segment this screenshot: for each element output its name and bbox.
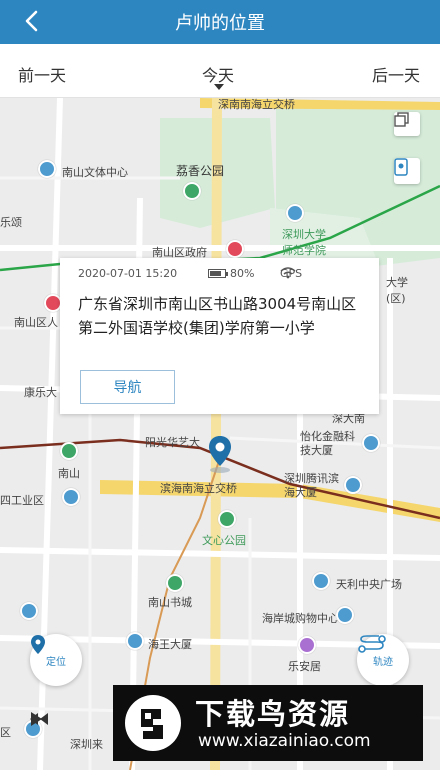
poi-metro-icon xyxy=(60,442,78,460)
poi-left-icon xyxy=(20,602,38,620)
track-label: 轨迹 xyxy=(373,656,393,668)
wifi-icon xyxy=(280,267,296,279)
layers-button[interactable] xyxy=(394,112,420,136)
map-label-yihua: 怡化金融科技大厦 xyxy=(300,430,355,457)
map-label-park: 荔香公园 xyxy=(176,164,225,178)
app-root: 卢帅的位置 前一天 今天 后一天 深南南海立交桥 荔香公园 南山文体中心 乐颂 … xyxy=(0,0,440,770)
poi-residence-icon xyxy=(298,636,316,654)
phone-location-icon xyxy=(394,158,408,176)
map-pin-icon xyxy=(209,436,231,473)
route-icon xyxy=(358,635,386,653)
play-button[interactable] xyxy=(28,711,44,727)
poi-building-icon xyxy=(362,434,380,452)
prev-day-button[interactable]: 前一天 xyxy=(18,62,66,86)
watermark-brand: 下载鸟资源 xyxy=(195,697,351,731)
map-label-university-right: 大学(区) xyxy=(386,276,408,305)
day-selector: 前一天 今天 后一天 xyxy=(0,44,440,98)
map-view[interactable]: 深南南海立交桥 荔香公园 南山文体中心 乐颂 深圳大学师范学院 南山区政府 南山… xyxy=(0,98,440,770)
poi-tencent-icon xyxy=(344,476,362,494)
map-label-tianli: 天利中央广场 xyxy=(336,578,402,591)
poi-industrial-icon xyxy=(62,488,80,506)
page-title: 卢帅的位置 xyxy=(175,13,265,34)
signal-status: GPS xyxy=(280,267,302,280)
poi-university-icon xyxy=(286,204,304,222)
chevron-left-icon xyxy=(25,10,38,32)
battery-fill xyxy=(210,271,221,276)
navigate-button[interactable]: 导航 xyxy=(80,370,175,404)
poi-sports-icon xyxy=(38,160,56,178)
map-label-haiwang: 海王大厦 xyxy=(148,638,192,651)
location-datetime: 2020-07-01 15:20 xyxy=(78,267,178,280)
map-label-tencent: 深圳腾讯滨海大厦 xyxy=(284,472,339,499)
bird-logo-icon xyxy=(125,695,181,751)
location-address: 广东省深圳市南山区书山路3004号南山区第二外国语学校(集团)学府第一小学 xyxy=(78,295,357,337)
map-label-road-top: 深南南海立交桥 xyxy=(218,98,295,111)
poi-haiwang-icon xyxy=(126,632,144,650)
map-label-university: 深圳大学师范学院 xyxy=(282,228,326,257)
map-label-sports-center: 南山文体中心 xyxy=(62,166,128,179)
selected-caret-icon xyxy=(214,84,224,90)
next-day-button[interactable]: 后一天 xyxy=(372,62,420,86)
map-label-left-edge: 区 xyxy=(0,726,11,739)
back-button[interactable] xyxy=(16,6,46,36)
map-label-kangle: 康乐大 xyxy=(24,386,57,399)
map-label-nanshan-people: 南山区人 xyxy=(14,316,58,329)
poi-government-icon xyxy=(226,240,244,258)
battery-percent: 80% xyxy=(230,267,255,280)
device-button[interactable] xyxy=(394,158,420,184)
location-info-popup: 2020-07-01 15:20 80% GPS 广东省深圳市南山区书山路300… xyxy=(60,258,379,414)
battery-status: 80% xyxy=(208,267,254,280)
map-label-nanshan-station: 南山 xyxy=(58,467,80,480)
map-label-coastal-mall: 海岸城购物中心 xyxy=(262,612,339,625)
map-label-lesong: 乐颂 xyxy=(0,216,22,229)
watermark-url: www.xiazainiao.com xyxy=(198,731,371,751)
map-label-binhai-bridge: 滨海南海立交桥 xyxy=(160,482,237,495)
poi-metro-icon-2 xyxy=(166,574,184,592)
map-label-yangguang: 阳光华艺大 xyxy=(145,436,200,449)
watermark-banner: 下载鸟资源 www.xiazainiao.com xyxy=(113,685,423,761)
track-button[interactable]: 轨迹 xyxy=(357,634,409,686)
map-label-shenzhen-lai: 深圳来 xyxy=(70,738,103,751)
playback-controls xyxy=(28,711,120,737)
park-icon xyxy=(183,182,201,200)
header-bar: 卢帅的位置 xyxy=(0,0,440,44)
map-label-wenxin-park: 文心公园 xyxy=(202,534,246,547)
poi-tianli-icon xyxy=(312,572,330,590)
poi-mall-icon xyxy=(336,606,354,624)
map-label-book-city: 南山书城 xyxy=(148,596,192,609)
poi-park-icon xyxy=(218,510,236,528)
map-label-lean: 乐安居 xyxy=(288,660,321,673)
locate-button[interactable]: 定位 xyxy=(30,634,82,686)
current-day-tab[interactable]: 今天 xyxy=(202,62,234,86)
locate-label: 定位 xyxy=(46,656,66,668)
battery-icon xyxy=(208,269,228,278)
layers-icon xyxy=(394,112,409,127)
map-label-industrial: 四工业区 xyxy=(0,494,44,507)
location-marker[interactable] xyxy=(205,434,235,474)
locate-pin-icon xyxy=(31,635,45,654)
